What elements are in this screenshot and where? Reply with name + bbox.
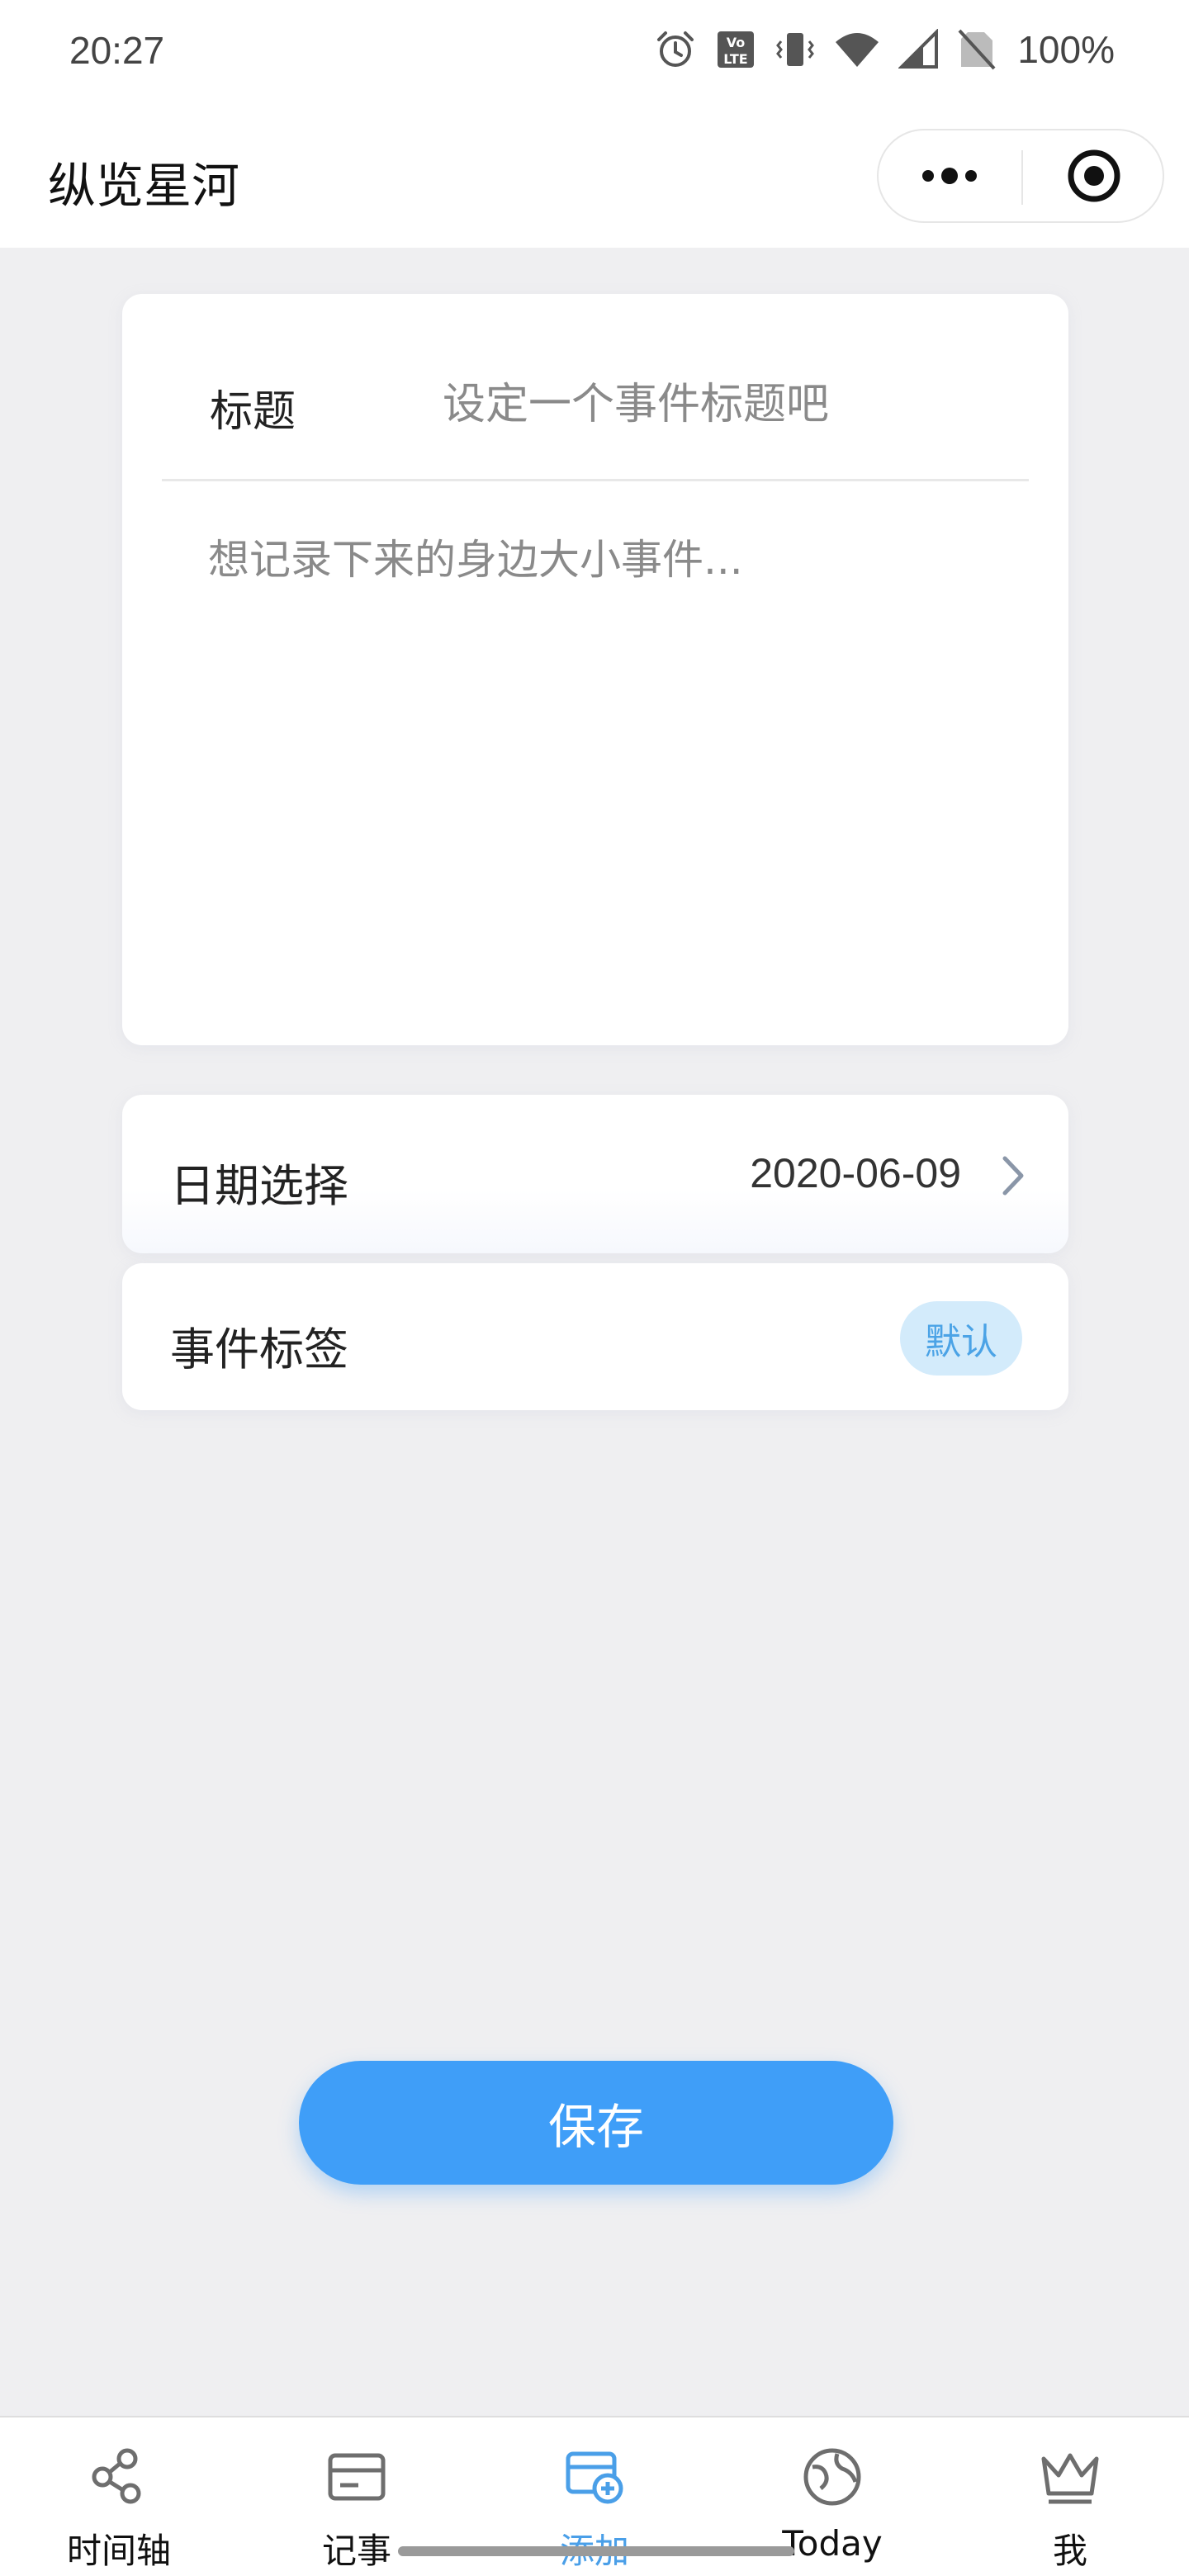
tab-label: 时间轴	[66, 2531, 171, 2571]
save-button[interactable]: 保存	[299, 2061, 893, 2185]
tab-label: Today	[782, 2523, 883, 2564]
title-divider	[162, 479, 1029, 481]
crown-icon	[1041, 2453, 1099, 2504]
date-value: 2020-06-09	[750, 1150, 961, 1196]
content-textarea[interactable]	[208, 533, 1034, 1012]
add-card-icon	[566, 2451, 623, 2504]
tab-timeline[interactable]: 时间轴	[0, 2417, 238, 2576]
status-time: 20:27	[69, 29, 165, 72]
status-bar: 20:27 Vo LTE 100%	[0, 0, 1189, 106]
battery-percent: 100%	[1017, 28, 1115, 71]
title-label: 标题	[210, 387, 296, 437]
mini-program-capsule	[877, 129, 1164, 223]
no-sim-icon	[958, 29, 996, 70]
chevron-right-icon	[1002, 1156, 1024, 1196]
wifi-icon	[836, 33, 879, 67]
date-label: 日期选择	[170, 1160, 348, 1212]
alarm-icon	[657, 31, 694, 67]
event-tag-row: 事件标签 默认	[122, 1263, 1068, 1410]
card-icon	[328, 2453, 386, 2501]
target-close-icon	[1068, 149, 1120, 202]
more-dots-icon	[922, 168, 977, 184]
globe-icon	[803, 2448, 861, 2506]
volte-icon: Vo LTE	[718, 31, 755, 68]
date-select-row[interactable]: 日期选择 2020-06-09	[122, 1095, 1068, 1253]
nav-bar: 纵览星河	[0, 106, 1189, 248]
close-button[interactable]	[1024, 130, 1164, 221]
more-button[interactable]	[879, 130, 1021, 221]
tag-badge[interactable]: 默认	[900, 1301, 1022, 1376]
svg-text:LTE: LTE	[724, 51, 748, 67]
event-editor-card: 标题	[122, 294, 1068, 1045]
home-indicator	[398, 2546, 794, 2556]
title-input[interactable]	[443, 363, 1021, 446]
share-nodes-icon	[92, 2448, 141, 2504]
tag-label: 事件标签	[170, 1324, 348, 1376]
capsule-divider	[1021, 150, 1023, 205]
tab-me[interactable]: 我	[951, 2417, 1189, 2576]
svg-text:Vo: Vo	[727, 35, 746, 50]
tab-label: 我	[1052, 2531, 1087, 2571]
page-title: 纵览星河	[48, 158, 240, 214]
vibrate-icon	[776, 33, 815, 66]
status-icons: Vo LTE 100%	[654, 25, 1115, 74]
signal-icon	[898, 29, 939, 69]
